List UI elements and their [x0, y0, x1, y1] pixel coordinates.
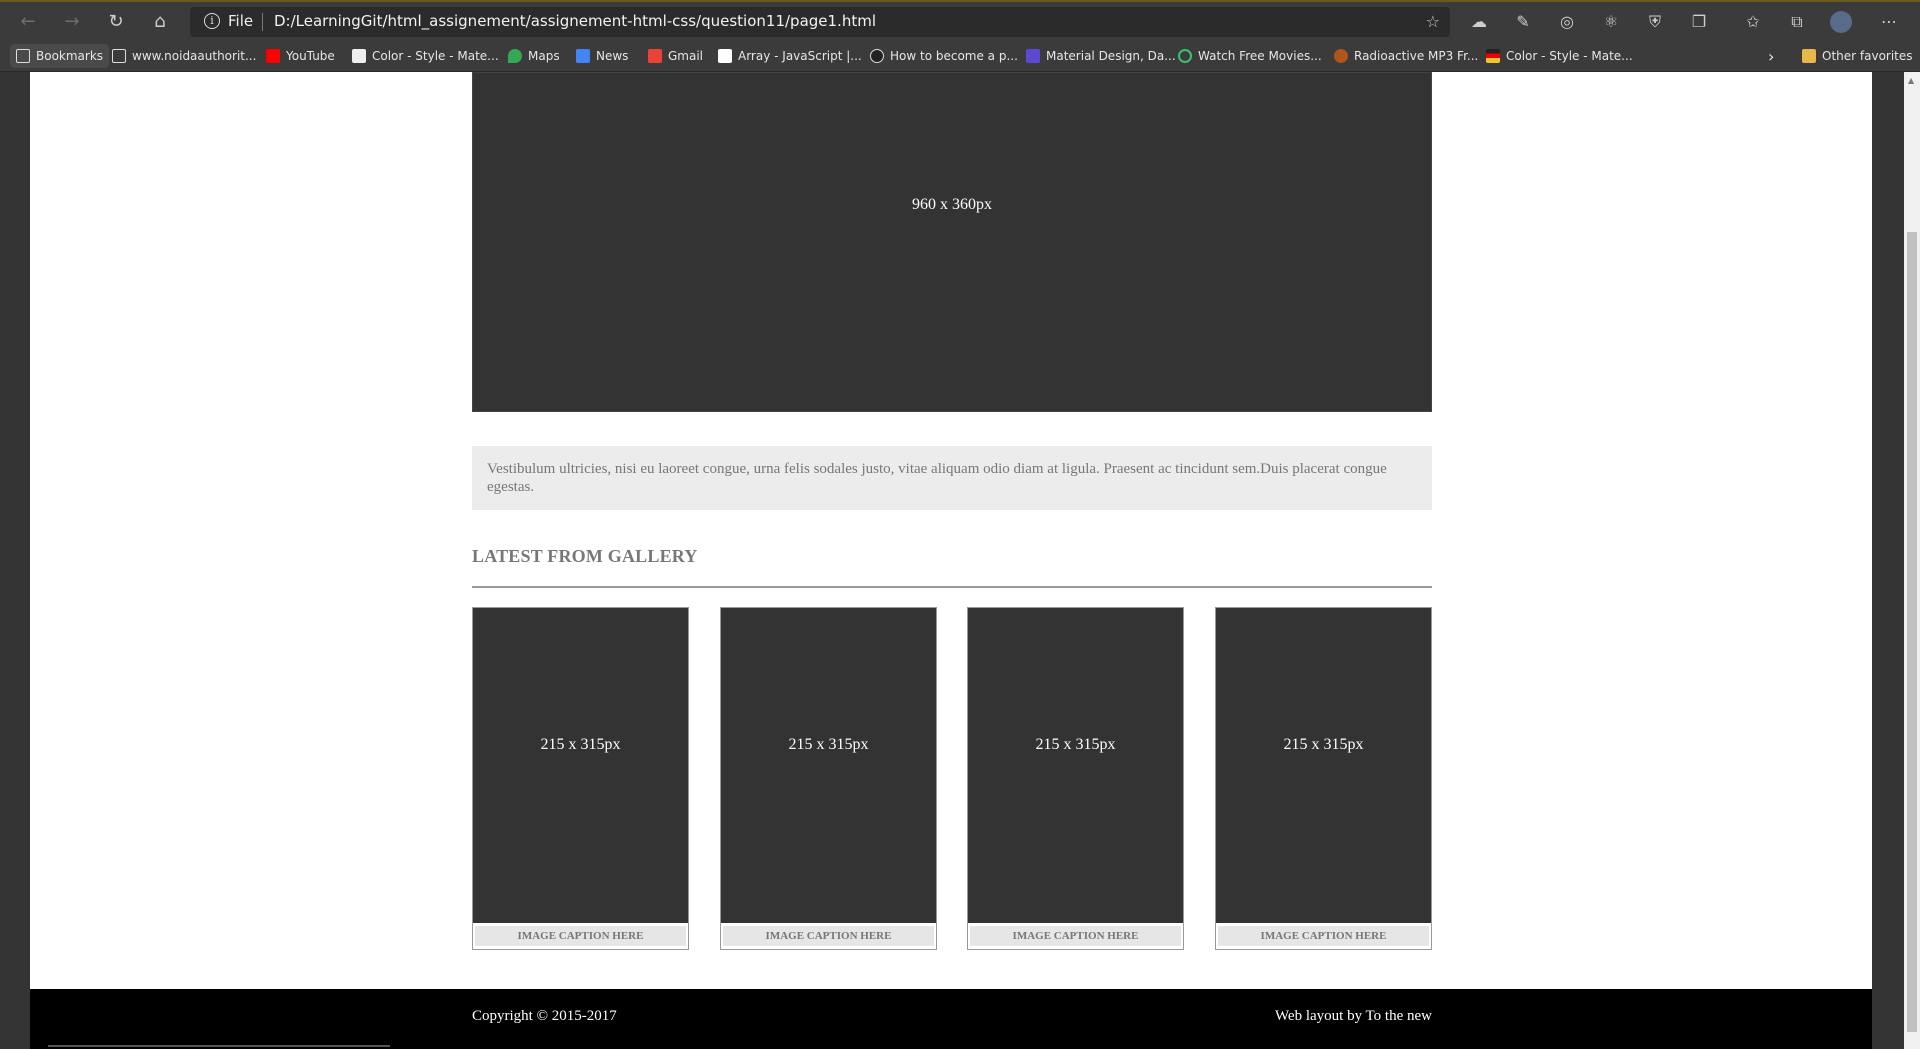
other-favorites[interactable]: Other favorites: [1796, 44, 1919, 68]
folder-icon: [1802, 49, 1816, 63]
cloud-extension-icon[interactable]: ☁: [1468, 11, 1490, 33]
bookmark-label: Color - Style - Mate...: [372, 49, 499, 63]
bookmarks-bar: Bookmarks www.noidaauthorit... YouTube C…: [0, 40, 1920, 72]
gallery-card[interactable]: 215 x 315px IMAGE CAPTION HERE: [472, 607, 689, 950]
bookmark-item[interactable]: Array - JavaScript |...: [712, 44, 868, 68]
profile-avatar[interactable]: [1830, 11, 1852, 33]
bookmark-label: Radioactive MP3 Fr...: [1354, 49, 1479, 63]
gallery-image-label: 215 x 315px: [788, 736, 869, 753]
paw-icon: [1334, 49, 1348, 63]
add-favorite-icon[interactable]: ☆: [1426, 12, 1440, 31]
more-bookmarks-chevron-icon[interactable]: ›: [1762, 44, 1780, 68]
bookmark-item[interactable]: Color - Style - Mate...: [346, 44, 505, 68]
hero-image-label: 960 x 360px: [912, 196, 992, 213]
gallery-image-label: 215 x 315px: [540, 736, 621, 753]
gallery-divider: [472, 586, 1432, 588]
address-file-label: File: [228, 12, 254, 30]
bookmark-item[interactable]: Bookmarks: [10, 44, 110, 68]
refresh-icon[interactable]: ↻: [102, 10, 130, 34]
bookmark-label: Color - Style - Mate...: [1506, 49, 1633, 63]
bookmark-label: Maps: [528, 49, 560, 63]
gallery-image-placeholder: 215 x 315px: [1216, 608, 1431, 923]
extensions-icon[interactable]: ❐: [1688, 11, 1710, 33]
page-icon: [112, 49, 126, 63]
bookmark-label: Watch Free Movies...: [1198, 49, 1322, 63]
page-footer: Copyright © 2015-2017 Web layout by To t…: [30, 989, 1872, 1049]
bookmark-label: How to become a p...: [890, 49, 1018, 63]
gallery-card[interactable]: 215 x 315px IMAGE CAPTION HERE: [1215, 607, 1432, 950]
play-icon: [1178, 49, 1192, 63]
gallery-caption: IMAGE CAPTION HERE: [723, 926, 934, 946]
bookmark-item[interactable]: News: [570, 44, 634, 68]
pen-extension-icon[interactable]: ✎: [1512, 11, 1534, 33]
page-body: 960 x 360px Vestibulum ultricies, nisi e…: [30, 72, 1872, 1049]
target-extension-icon[interactable]: ◎: [1556, 11, 1578, 33]
news-icon: [576, 49, 590, 63]
youtube-icon: [266, 49, 280, 63]
gallery-image-placeholder: 215 x 315px: [968, 608, 1183, 923]
bookmark-item[interactable]: Material Design, Da...: [1020, 44, 1182, 68]
browser-toolbar: ← → ↻ ⌂ i File D:/LearningGit/html_assig…: [0, 0, 1920, 40]
gallery-card[interactable]: 215 x 315px IMAGE CAPTION HERE: [720, 607, 937, 950]
bookmark-label: YouTube: [286, 49, 335, 63]
more-menu-icon[interactable]: ⋯: [1878, 11, 1900, 33]
page-viewport: 960 x 360px Vestibulum ultricies, nisi e…: [0, 72, 1920, 1049]
forward-icon[interactable]: →: [58, 10, 86, 34]
gallery-card[interactable]: 215 x 315px IMAGE CAPTION HERE: [967, 607, 1184, 950]
other-favorites-label: Other favorites: [1822, 49, 1913, 63]
horizontal-scrollbar[interactable]: [48, 1045, 390, 1047]
gallery-image-label: 215 x 315px: [1283, 736, 1364, 753]
bookmark-label: News: [596, 49, 629, 63]
bookmark-item[interactable]: How to become a p...: [864, 44, 1024, 68]
bookmark-item[interactable]: Gmail: [642, 44, 709, 68]
gallery-caption: IMAGE CAPTION HERE: [475, 926, 686, 946]
intro-text: Vestibulum ultricies, nisi eu laoreet co…: [472, 446, 1432, 510]
gallery-caption: IMAGE CAPTION HERE: [970, 926, 1181, 946]
bookmark-item[interactable]: Color - Style - Mate...: [1480, 44, 1639, 68]
copyright-text: Copyright © 2015-2017: [472, 1008, 617, 1024]
hero-image-placeholder: 960 x 360px: [472, 72, 1432, 412]
bookmark-label: Bookmarks: [36, 49, 104, 63]
vertical-scrollbar[interactable]: ▲: [1904, 72, 1920, 1049]
scroll-thumb[interactable]: [1907, 232, 1917, 1032]
home-icon[interactable]: ⌂: [146, 10, 174, 34]
address-bar[interactable]: i File D:/LearningGit/html_assignement/a…: [190, 7, 1450, 37]
gmail-icon: [648, 49, 662, 63]
mdn-icon: [718, 49, 732, 63]
scroll-up-icon[interactable]: ▲: [1908, 76, 1914, 85]
bookmark-item[interactable]: Maps: [502, 44, 566, 68]
bookmark-label: Gmail: [668, 49, 704, 63]
react-extension-icon[interactable]: ⚛: [1600, 11, 1622, 33]
flag-icon: [1486, 49, 1500, 63]
angular-icon: [870, 49, 884, 63]
maps-icon: [508, 49, 522, 63]
bookmark-item[interactable]: YouTube: [260, 44, 341, 68]
bookmark-item[interactable]: Radioactive MP3 Fr...: [1328, 44, 1484, 68]
gallery-image-label: 215 x 315px: [1035, 736, 1116, 753]
info-icon[interactable]: i: [204, 13, 220, 29]
favorites-icon[interactable]: ✩: [1742, 11, 1764, 33]
bookmark-label: Array - JavaScript |...: [738, 49, 862, 63]
back-icon[interactable]: ←: [14, 10, 42, 34]
url-text[interactable]: D:/LearningGit/html_assignement/assignem…: [274, 12, 876, 30]
bookmark-label: Material Design, Da...: [1046, 49, 1176, 63]
gallery-heading: LATEST FROM GALLERY: [472, 546, 698, 566]
shield-extension-icon[interactable]: ⛨: [1644, 11, 1666, 33]
bookmarks-icon: [16, 49, 30, 63]
bookmark-item[interactable]: www.noidaauthorit...: [106, 44, 262, 68]
bookmark-item[interactable]: Watch Free Movies...: [1172, 44, 1328, 68]
material-icon: [1026, 49, 1040, 63]
gallery-image-placeholder: 215 x 315px: [721, 608, 936, 923]
bookmark-label: www.noidaauthorit...: [132, 49, 257, 63]
address-divider: [262, 13, 263, 31]
gallery-caption: IMAGE CAPTION HERE: [1218, 926, 1429, 946]
credit-text: Web layout by To the new: [1274, 1008, 1432, 1024]
collections-icon[interactable]: ⧉: [1786, 11, 1808, 33]
page-icon: [352, 49, 366, 63]
gallery-image-placeholder: 215 x 315px: [473, 608, 688, 923]
